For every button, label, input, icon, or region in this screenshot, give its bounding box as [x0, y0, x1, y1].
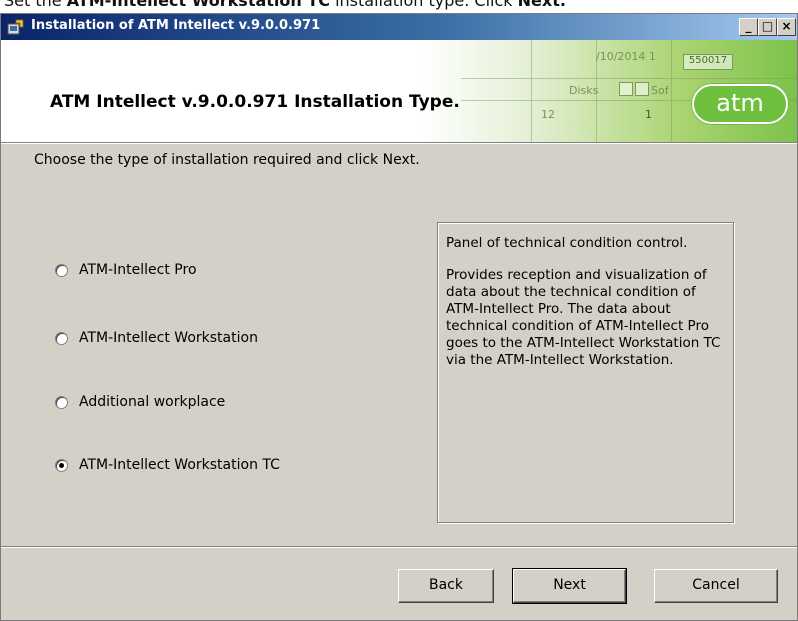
description-panel: Panel of technical condition control. Pr…: [437, 222, 734, 523]
description-title: Panel of technical condition control.: [446, 235, 688, 251]
option-label[interactable]: ATM-Intellect Workstation TC: [79, 457, 280, 473]
option-atm-intellect-workstation-tc[interactable]: ATM-Intellect Workstation TC: [55, 455, 280, 475]
description-body: Provides reception and visualization of …: [446, 267, 721, 368]
banner-art-box: [635, 82, 649, 96]
banner-art-text: /10/2014 1: [596, 50, 656, 63]
next-button[interactable]: Next: [512, 568, 627, 604]
banner-art-text: Disks: [569, 84, 599, 97]
banner-art-text: 1: [645, 108, 652, 121]
option-additional-workplace[interactable]: Additional workplace: [55, 392, 225, 412]
installer-window: Installation of ATM Intellect v.9.0.0.97…: [0, 13, 798, 621]
cancel-button[interactable]: Cancel: [654, 569, 778, 603]
title-bar[interactable]: Installation of ATM Intellect v.9.0.0.97…: [1, 14, 797, 40]
doc-text-next: Next.: [517, 0, 566, 10]
option-label[interactable]: ATM-Intellect Pro: [79, 262, 197, 278]
radio-button[interactable]: [55, 263, 68, 277]
option-atm-intellect-workstation[interactable]: ATM-Intellect Workstation: [55, 328, 258, 348]
option-atm-intellect-pro[interactable]: ATM-Intellect Pro: [55, 260, 197, 280]
page-title: ATM Intellect v.9.0.0.971 Installation T…: [50, 92, 460, 112]
atm-logo: atm: [692, 84, 788, 124]
banner-art-text: Sof: [651, 84, 669, 97]
banner-art-text: 550017: [683, 54, 733, 70]
divider: [1, 546, 797, 548]
doc-text-bold: ATM-Intellect Workstation TC: [66, 0, 330, 10]
close-button[interactable]: ×: [777, 18, 796, 36]
banner-art-text: 12: [541, 108, 555, 121]
banner-art-box: [619, 82, 633, 96]
radio-button-selected[interactable]: [55, 458, 68, 472]
doc-text-tail: installation type. Click: [330, 0, 518, 10]
header-banner: /10/2014 1 550017 Disks Sof 12 1 ATM Int…: [1, 40, 797, 142]
radio-button[interactable]: [55, 395, 68, 409]
installer-icon: [7, 18, 25, 36]
window-title: Installation of ATM Intellect v.9.0.0.97…: [31, 18, 321, 33]
doc-text-lead: Set the: [4, 0, 67, 10]
minimize-button[interactable]: _: [739, 18, 758, 36]
option-label[interactable]: ATM-Intellect Workstation: [79, 330, 258, 346]
maximize-button[interactable]: □: [758, 18, 777, 36]
back-button[interactable]: Back: [398, 569, 494, 603]
option-label[interactable]: Additional workplace: [79, 394, 225, 410]
radio-button[interactable]: [55, 331, 68, 345]
divider: [1, 142, 797, 144]
instruction-text: Choose the type of installation required…: [34, 152, 420, 168]
